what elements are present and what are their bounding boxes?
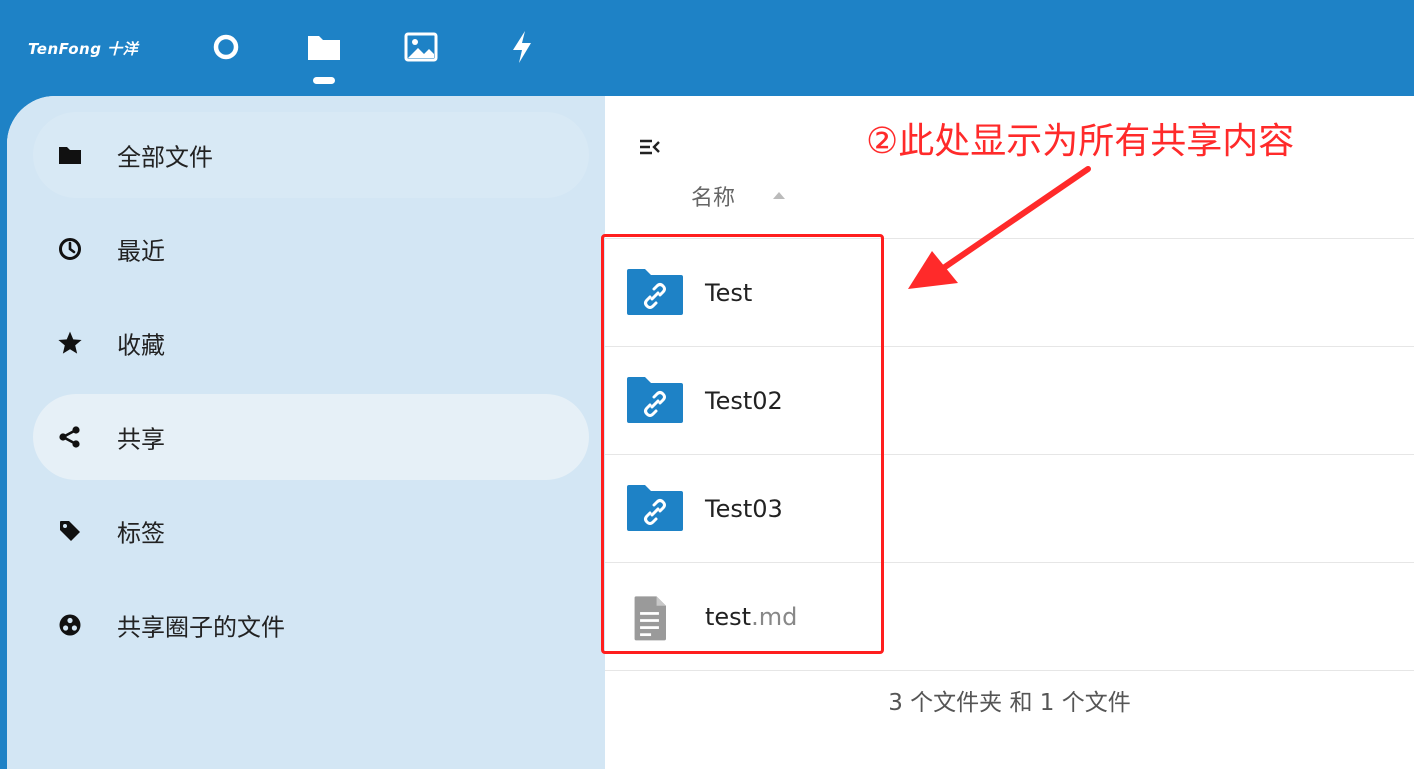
collapse-menu-icon [640, 139, 660, 155]
shared-folder-icon [627, 485, 683, 531]
files-app-button[interactable] [307, 30, 341, 64]
sidebar-item-label: 标签 [117, 519, 165, 548]
star-icon [57, 330, 83, 356]
sidebar-item-label: 共享圈子的文件 [117, 613, 285, 642]
sidebar-item-label: 最近 [117, 237, 165, 266]
photos-app-button[interactable] [404, 30, 438, 64]
image-icon [404, 32, 438, 62]
file-row[interactable]: Test03 [605, 454, 1414, 562]
sidebar-item-label: 收藏 [117, 331, 165, 360]
active-app-indicator [313, 77, 335, 84]
lightning-icon [513, 31, 531, 63]
file-row[interactable]: test.md [605, 562, 1414, 670]
shared-folder-icon [627, 377, 683, 423]
file-row[interactable]: Test02 [605, 346, 1414, 454]
folder-icon [308, 36, 340, 60]
toggle-sidebar-button[interactable] [635, 134, 665, 160]
annotation-text: ②此处显示为所有共享内容 [866, 121, 1295, 162]
sidebar-item-circle-files[interactable]: 共享圈子的文件 [33, 582, 589, 668]
sidebar-item-favorites[interactable]: 收藏 [33, 300, 589, 386]
sidebar-item-shares[interactable]: 共享 [33, 394, 589, 480]
sidebar-item-recent[interactable]: 最近 [33, 206, 589, 292]
clock-icon [57, 236, 83, 262]
logo[interactable]: TenFong 十洋 [28, 38, 138, 59]
file-name: Test [705, 278, 753, 307]
shared-folder-icon [627, 269, 683, 315]
sidebar-item-all-files[interactable]: 全部文件 [33, 112, 589, 198]
activity-app-button[interactable] [505, 30, 539, 64]
circles-icon [57, 612, 83, 638]
sidebar-item-label: 共享 [117, 425, 165, 454]
name-column-header[interactable]: 名称 [691, 180, 735, 212]
text-file-icon [634, 596, 666, 641]
sidebar-navigation: 全部文件 最近 收藏 共享 标签 共享圈子的文件 [7, 96, 605, 769]
sort-ascending-icon[interactable] [773, 192, 785, 199]
folder-icon [57, 142, 83, 168]
tag-icon [57, 518, 83, 544]
file-name: test.md [705, 602, 798, 631]
file-name: Test03 [705, 494, 783, 523]
sidebar-item-label: 全部文件 [117, 143, 213, 172]
summary-row: 3 个文件夹 和 1 个文件 [605, 670, 1414, 769]
sidebar-item-tags[interactable]: 标签 [33, 488, 589, 574]
file-count-summary: 3 个文件夹 和 1 个文件 [888, 690, 1131, 716]
share-icon [57, 424, 83, 450]
top-bar: TenFong 十洋 [0, 0, 1414, 96]
annotation-arrow-icon [908, 166, 1091, 289]
file-name: Test02 [705, 386, 783, 415]
content-area: 全部文件 最近 收藏 共享 标签 共享圈子的文件 名称 Test Test02 … [7, 96, 1414, 769]
dashboard-app-button[interactable] [209, 30, 243, 64]
circle-icon [213, 34, 239, 60]
